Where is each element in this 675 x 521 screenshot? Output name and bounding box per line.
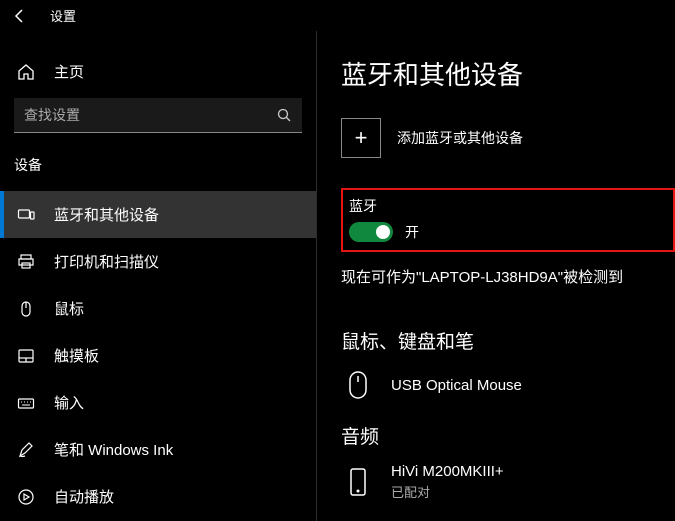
- sidebar-item-mouse[interactable]: 鼠标: [0, 285, 316, 332]
- search-icon[interactable]: [274, 105, 294, 125]
- devices-icon: [16, 205, 36, 225]
- sidebar-item-printers[interactable]: 打印机和扫描仪: [0, 238, 316, 285]
- mouse-keyboard-heading: 鼠标、键盘和笔: [341, 327, 675, 354]
- sidebar-item-label: 鼠标: [54, 298, 84, 319]
- search-input[interactable]: [14, 98, 302, 132]
- bluetooth-toggle[interactable]: [349, 222, 393, 242]
- device-status: 已配对: [391, 482, 504, 501]
- device-name: HiVi M200MKIII+: [391, 463, 504, 480]
- device-row-mouse[interactable]: USB Optical Mouse: [341, 368, 675, 402]
- home-link[interactable]: 主页: [0, 53, 316, 98]
- sidebar-item-pen[interactable]: 笔和 Windows Ink: [0, 426, 316, 473]
- bluetooth-section-label: 蓝牙: [349, 196, 625, 216]
- add-device-button[interactable]: + 添加蓝牙或其他设备: [341, 118, 675, 158]
- sidebar-item-label: 笔和 Windows Ink: [54, 439, 173, 460]
- home-label: 主页: [54, 61, 84, 82]
- sidebar-item-typing[interactable]: 输入: [0, 379, 316, 426]
- keyboard-icon: [16, 393, 36, 413]
- device-name: USB Optical Mouse: [391, 377, 522, 394]
- sidebar-item-label: 触摸板: [54, 345, 99, 366]
- home-icon: [16, 62, 36, 82]
- toggle-knob: [376, 225, 390, 239]
- add-device-label: 添加蓝牙或其他设备: [397, 128, 523, 148]
- page-title: 蓝牙和其他设备: [341, 55, 675, 92]
- sidebar: 主页 设备 蓝牙和其他设备 打印机和扫描仪: [0, 31, 316, 521]
- touchpad-icon: [16, 346, 36, 366]
- sidebar-item-label: 蓝牙和其他设备: [54, 204, 159, 225]
- sidebar-item-label: 自动播放: [54, 486, 114, 507]
- pen-icon: [16, 440, 36, 460]
- printer-icon: [16, 252, 36, 272]
- section-label: 设备: [0, 151, 316, 191]
- audio-heading: 音频: [341, 422, 675, 449]
- sidebar-item-label: 打印机和扫描仪: [54, 251, 159, 272]
- sidebar-item-label: 输入: [54, 392, 84, 413]
- mouse-icon: [16, 299, 36, 319]
- window-title: 设置: [50, 6, 76, 25]
- back-icon[interactable]: [12, 8, 28, 24]
- bluetooth-toggle-highlight: 蓝牙 开: [341, 188, 675, 252]
- sidebar-item-autoplay[interactable]: 自动播放: [0, 473, 316, 520]
- sidebar-item-touchpad[interactable]: 触摸板: [0, 332, 316, 379]
- search-box[interactable]: [14, 98, 302, 133]
- autoplay-icon: [16, 487, 36, 507]
- discoverable-text: 现在可作为"LAPTOP-LJ38HD9A"被检测到: [341, 266, 675, 287]
- sidebar-item-bluetooth[interactable]: 蓝牙和其他设备: [0, 191, 316, 238]
- content-pane: 蓝牙和其他设备 + 添加蓝牙或其他设备 蓝牙 开 现在可作为"LAPTOP-LJ…: [317, 31, 675, 521]
- plus-icon: +: [341, 118, 381, 158]
- device-row-audio[interactable]: HiVi M200MKIII+ 已配对: [341, 463, 675, 501]
- mouse-device-icon: [341, 368, 375, 402]
- phone-device-icon: [341, 465, 375, 499]
- toggle-state-label: 开: [405, 222, 419, 242]
